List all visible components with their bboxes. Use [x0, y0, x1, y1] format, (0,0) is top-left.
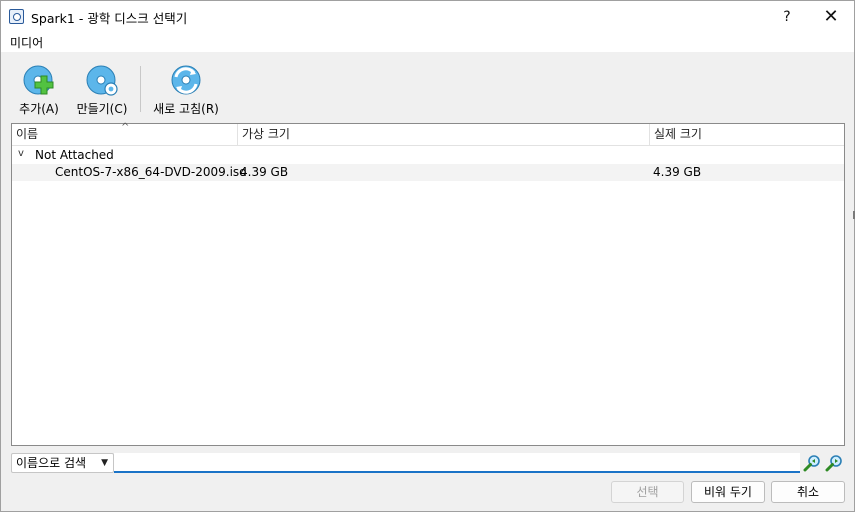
- add-label: 추가(A): [19, 102, 59, 116]
- media-tree[interactable]: 이름 ^ 가상 크기 실제 크기 v Not Attached CentOS-7…: [11, 122, 845, 446]
- leave-empty-button[interactable]: 비워 두기: [691, 481, 765, 503]
- create-label: 만들기(C): [76, 102, 128, 116]
- search-mode-dropdown[interactable]: 이름으로 검색 ▼: [11, 453, 114, 473]
- refresh-label: 새로 고침(R): [153, 102, 219, 116]
- column-header-virtual-size[interactable]: 가상 크기: [238, 124, 650, 146]
- search-mode-label: 이름으로 검색: [16, 456, 87, 470]
- close-button[interactable]: ✕: [809, 1, 853, 32]
- column-header-actual-size[interactable]: 실제 크기: [650, 124, 844, 146]
- table-row[interactable]: CentOS-7-x86_64-DVD-2009.iso 4.39 GB 4.3…: [12, 164, 844, 181]
- create-disk-icon: [85, 64, 119, 98]
- create-button[interactable]: 만들기(C): [71, 64, 133, 116]
- cell-name: CentOS-7-x86_64-DVD-2009.iso: [55, 165, 247, 179]
- cell-actual-size: 4.39 GB: [653, 165, 702, 179]
- add-disk-icon: [22, 64, 56, 98]
- refresh-disk-icon: [169, 64, 203, 98]
- cancel-button[interactable]: 취소: [771, 481, 845, 503]
- optical-disk-selector-window: Spark1 - 광학 디스크 선택기 ? ✕ 미디어 추가(A) 만들기(C)…: [0, 0, 855, 512]
- window-title: Spark1 - 광학 디스크 선택기: [31, 11, 188, 26]
- menu-media[interactable]: 미디어: [10, 34, 43, 51]
- title-bar: Spark1 - 광학 디스크 선택기 ? ✕: [1, 1, 854, 32]
- search-input[interactable]: [114, 453, 800, 473]
- group-label: Not Attached: [35, 148, 114, 162]
- cell-virtual-size: 4.39 GB: [240, 165, 289, 179]
- chevron-down-icon[interactable]: v: [18, 148, 24, 159]
- toolbar: 추가(A) 만들기(C) 새로 고침(R): [1, 52, 854, 120]
- add-button[interactable]: 추가(A): [15, 64, 63, 116]
- search-previous-icon[interactable]: [803, 454, 821, 472]
- app-icon: [9, 9, 24, 24]
- search-next-icon[interactable]: [825, 454, 843, 472]
- select-button[interactable]: 선택: [611, 481, 684, 503]
- table-header: 이름 ^ 가상 크기 실제 크기: [12, 122, 844, 146]
- help-button[interactable]: ?: [765, 1, 809, 32]
- group-row-not-attached[interactable]: v Not Attached: [12, 147, 844, 164]
- refresh-button[interactable]: 새로 고침(R): [147, 64, 225, 116]
- toolbar-separator: [140, 66, 141, 112]
- dropdown-arrow-icon: ▼: [101, 458, 108, 468]
- sort-ascending-icon: ^: [121, 122, 130, 133]
- menu-bar: 미디어: [1, 32, 854, 52]
